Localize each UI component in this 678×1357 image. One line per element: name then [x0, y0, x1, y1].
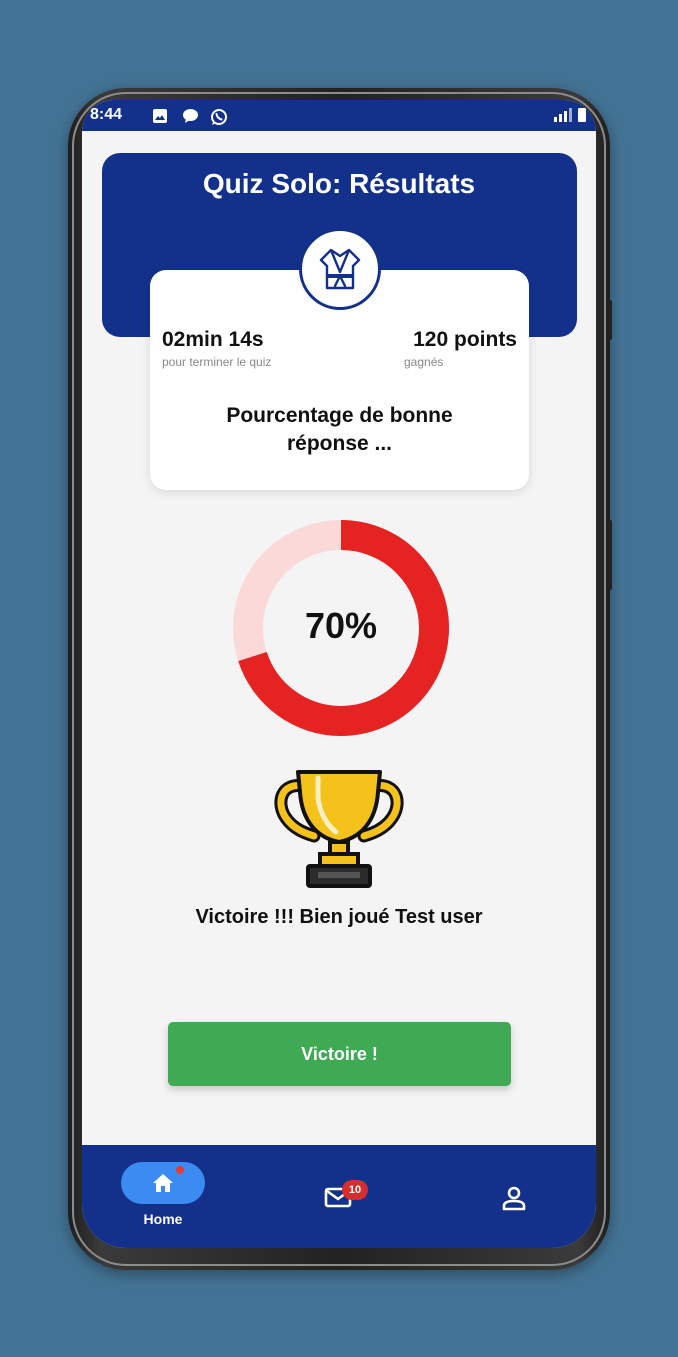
- score-percentage: 70%: [304, 605, 378, 646]
- victory-button[interactable]: Victoire !: [168, 1022, 511, 1086]
- signal-icon: [554, 108, 572, 122]
- judo-gi-badge: [299, 228, 381, 310]
- nav-home-button[interactable]: [121, 1162, 205, 1204]
- phone-side-button: [608, 300, 612, 340]
- gallery-icon: [153, 109, 167, 123]
- victory-message: Victoire !!! Bien joué Test user: [195, 906, 483, 928]
- phone-side-button: [608, 520, 612, 590]
- time-caption: pour terminer le quiz: [162, 355, 272, 369]
- status-bar: 8:44: [82, 100, 596, 131]
- messages-badge: 10: [342, 1180, 368, 1200]
- judo-gi-icon: [319, 248, 361, 290]
- percentage-label: Pourcentage de bonne réponse ...: [226, 404, 453, 455]
- points-caption: gagnés: [404, 355, 444, 369]
- whatsapp-icon: [211, 109, 227, 125]
- status-indicators: [552, 108, 586, 122]
- battery-icon: [578, 108, 586, 122]
- trophy-icon: [274, 770, 404, 888]
- bottom-navigation: Home 10: [82, 1145, 596, 1248]
- profile-icon[interactable]: [502, 1185, 526, 1211]
- home-icon: [153, 1174, 173, 1192]
- phone-screen: 8:44 Quiz Solo: Résultats 02min 14s pour…: [82, 100, 596, 1248]
- notification-dot: [176, 1166, 184, 1174]
- page-title: Quiz Solo: Résultats: [202, 168, 476, 199]
- points-value: 120 points: [413, 328, 517, 351]
- chat-icon: [183, 109, 198, 123]
- nav-home-label: Home: [143, 1211, 183, 1227]
- time-value: 02min 14s: [162, 328, 264, 351]
- status-time: 8:44: [90, 106, 123, 123]
